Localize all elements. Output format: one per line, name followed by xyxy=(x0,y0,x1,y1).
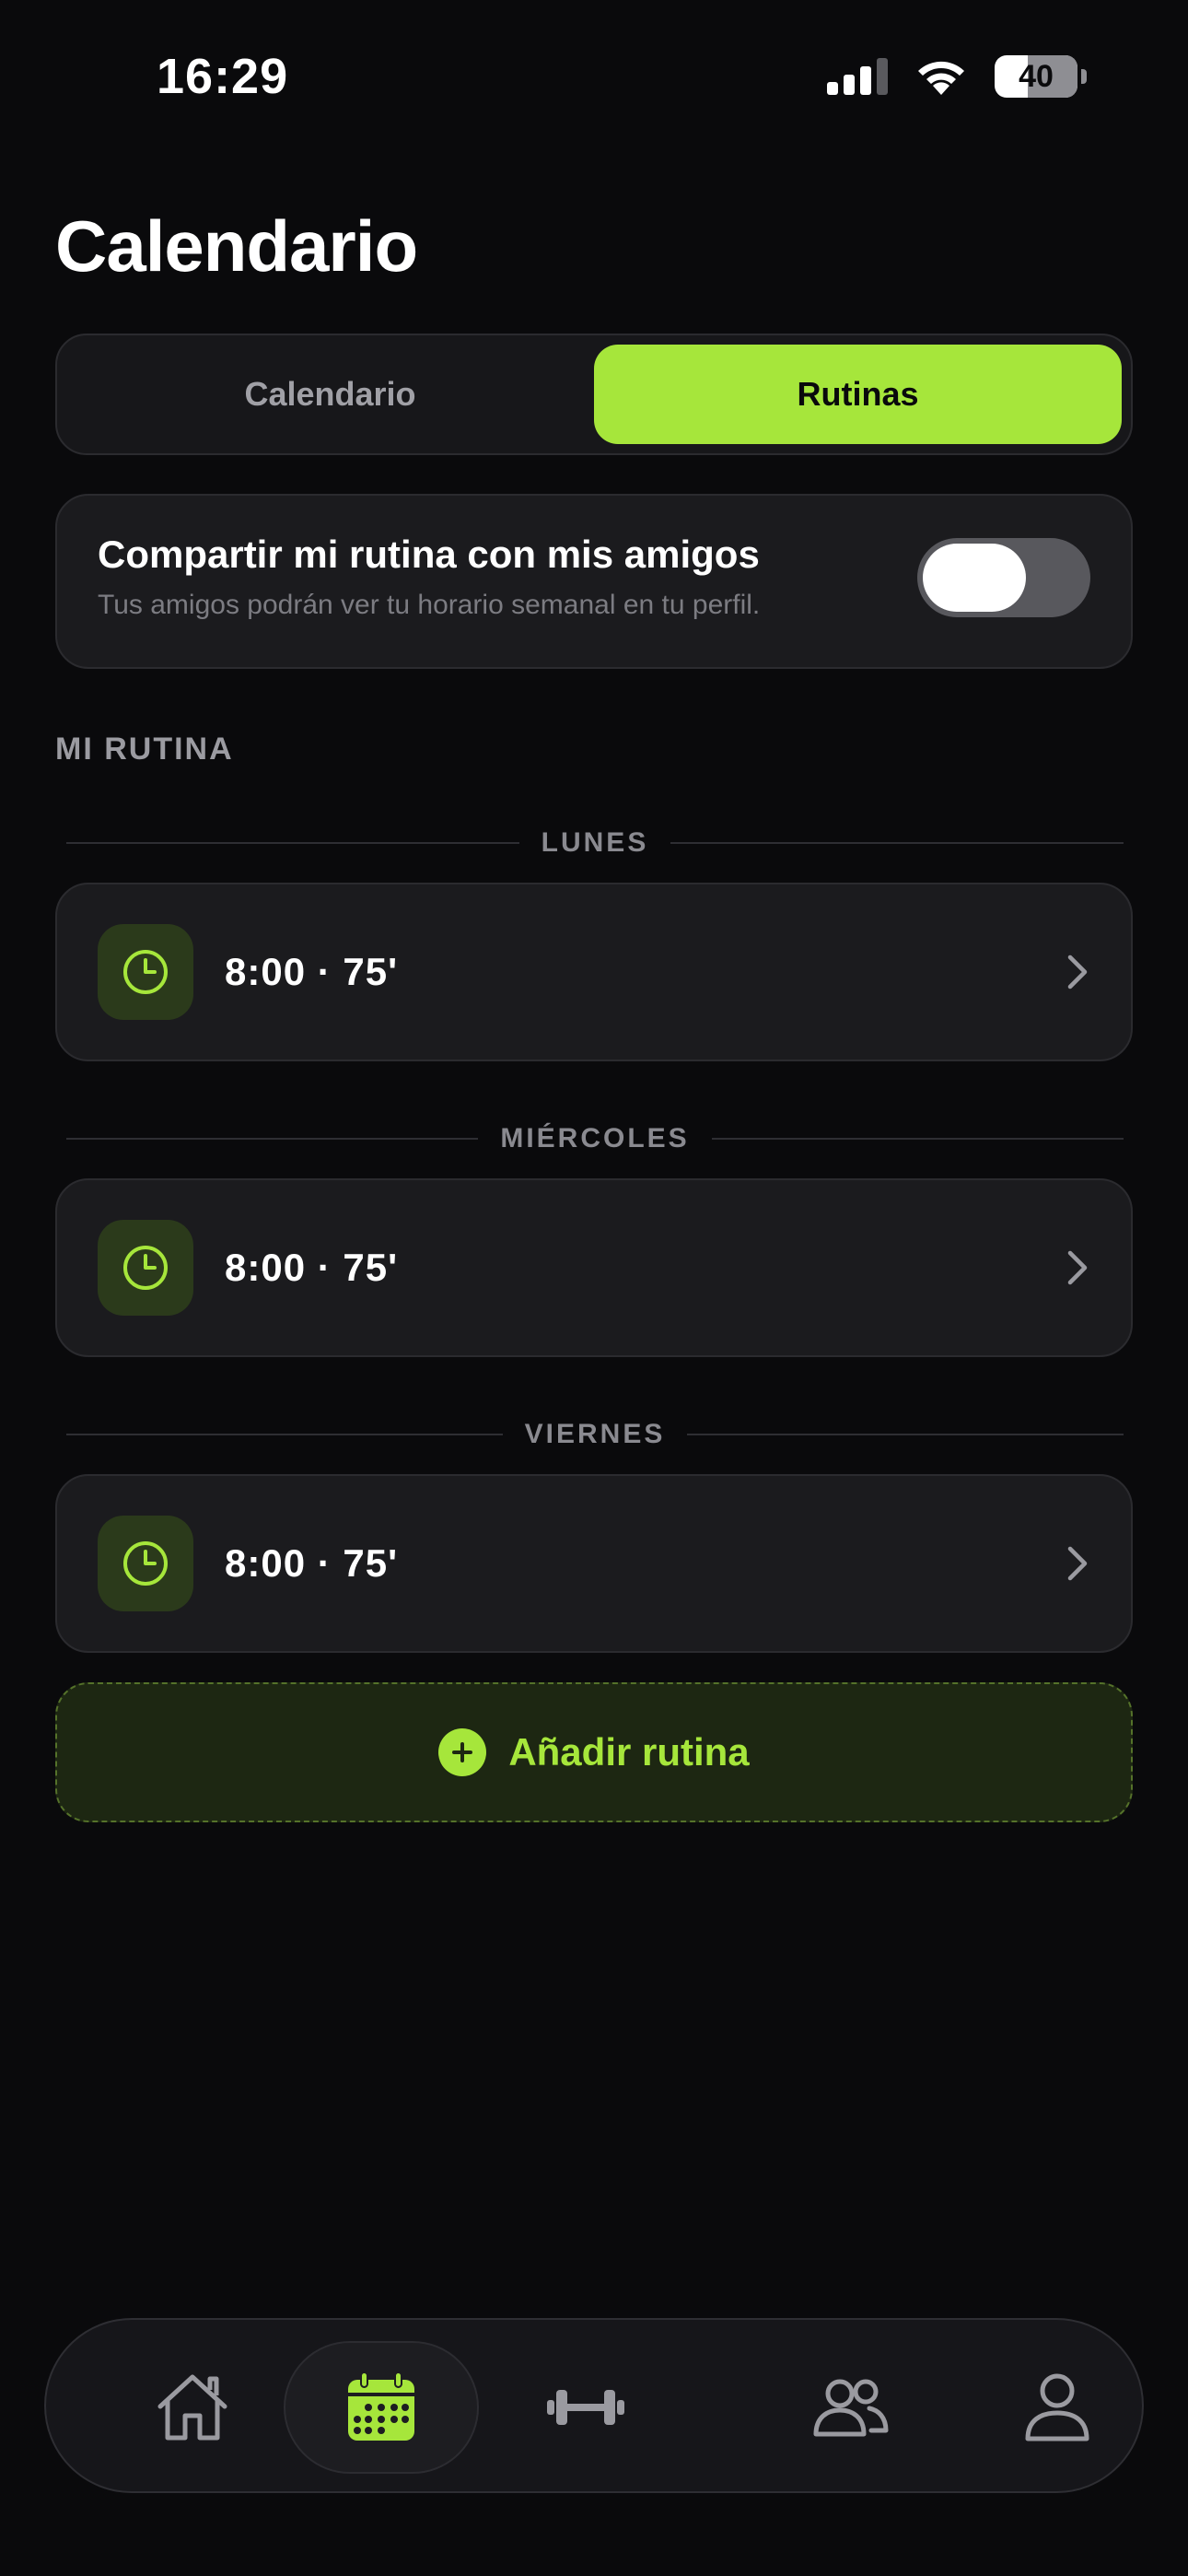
share-routine-card: Compartir mi rutina con mis amigos Tus a… xyxy=(55,494,1133,669)
chevron-right-icon xyxy=(1067,1546,1088,1581)
divider-line xyxy=(66,1434,503,1435)
cellular-signal-icon xyxy=(827,58,888,95)
day-divider: LUNES xyxy=(66,825,1124,861)
nav-active-pill xyxy=(284,2341,479,2474)
nav-home[interactable] xyxy=(101,2320,284,2495)
view-segmented-control: Calendario Rutinas xyxy=(55,334,1133,455)
divider-line xyxy=(66,842,519,844)
divider-line xyxy=(711,1138,1124,1140)
routine-time: 8:00 · 75' xyxy=(225,1541,399,1585)
divider-line xyxy=(687,1434,1124,1435)
friends-icon xyxy=(813,2379,889,2437)
day-label: LUNES xyxy=(541,827,649,858)
calendar-icon xyxy=(348,2371,414,2441)
bottom-nav xyxy=(44,2318,1144,2493)
divider-line xyxy=(66,1138,479,1140)
clock-badge xyxy=(98,1516,193,1611)
day-divider: MIÉRCOLES xyxy=(66,1120,1124,1157)
routine-time: 8:00 · 75' xyxy=(225,1246,399,1289)
screen: 16:29 40 Calendario Calendario Rutinas C… xyxy=(0,0,1188,2576)
nav-friends[interactable] xyxy=(761,2320,941,2495)
add-routine-label: Añadir rutina xyxy=(508,1730,750,1774)
chevron-right-icon xyxy=(1067,1250,1088,1285)
home-icon xyxy=(157,2374,227,2441)
section-label: MI RUTINA xyxy=(55,732,234,767)
battery-indicator: 40 xyxy=(995,55,1077,98)
day-label: VIERNES xyxy=(524,1419,666,1449)
routine-time: 8:00 · 75' xyxy=(225,950,399,993)
nav-profile[interactable] xyxy=(969,2320,1146,2495)
dumbbell-icon xyxy=(547,2390,624,2425)
toggle-knob xyxy=(923,544,1026,612)
tab-rutinas[interactable]: Rutinas xyxy=(594,345,1122,444)
status-indicators: 40 xyxy=(827,55,1087,98)
clock-icon xyxy=(123,1246,168,1290)
profile-icon xyxy=(1025,2373,1089,2441)
routine-item[interactable]: 8:00 · 75' xyxy=(55,1178,1133,1357)
divider-line xyxy=(670,842,1124,844)
nav-calendar[interactable] xyxy=(284,2320,479,2495)
clock-icon xyxy=(123,1541,168,1586)
page-title: Calendario xyxy=(55,205,418,287)
status-time: 16:29 xyxy=(157,49,289,104)
routine-item[interactable]: 8:00 · 75' xyxy=(55,1474,1133,1653)
routine-item[interactable]: 8:00 · 75' xyxy=(55,883,1133,1061)
battery-percent: 40 xyxy=(1019,58,1054,94)
clock-badge xyxy=(98,924,193,1020)
wifi-icon xyxy=(918,61,964,95)
day-divider: VIERNES xyxy=(66,1416,1124,1453)
nav-workouts[interactable] xyxy=(479,2320,693,2495)
battery-cap xyxy=(1081,69,1087,84)
share-routine-toggle[interactable] xyxy=(917,538,1090,617)
clock-icon xyxy=(123,950,168,994)
tab-calendario[interactable]: Calendario xyxy=(66,345,594,444)
chevron-right-icon xyxy=(1067,954,1088,989)
clock-badge xyxy=(98,1220,193,1316)
add-routine-button[interactable]: Añadir rutina xyxy=(55,1682,1133,1822)
day-label: MIÉRCOLES xyxy=(500,1123,690,1153)
plus-icon xyxy=(438,1728,487,1776)
